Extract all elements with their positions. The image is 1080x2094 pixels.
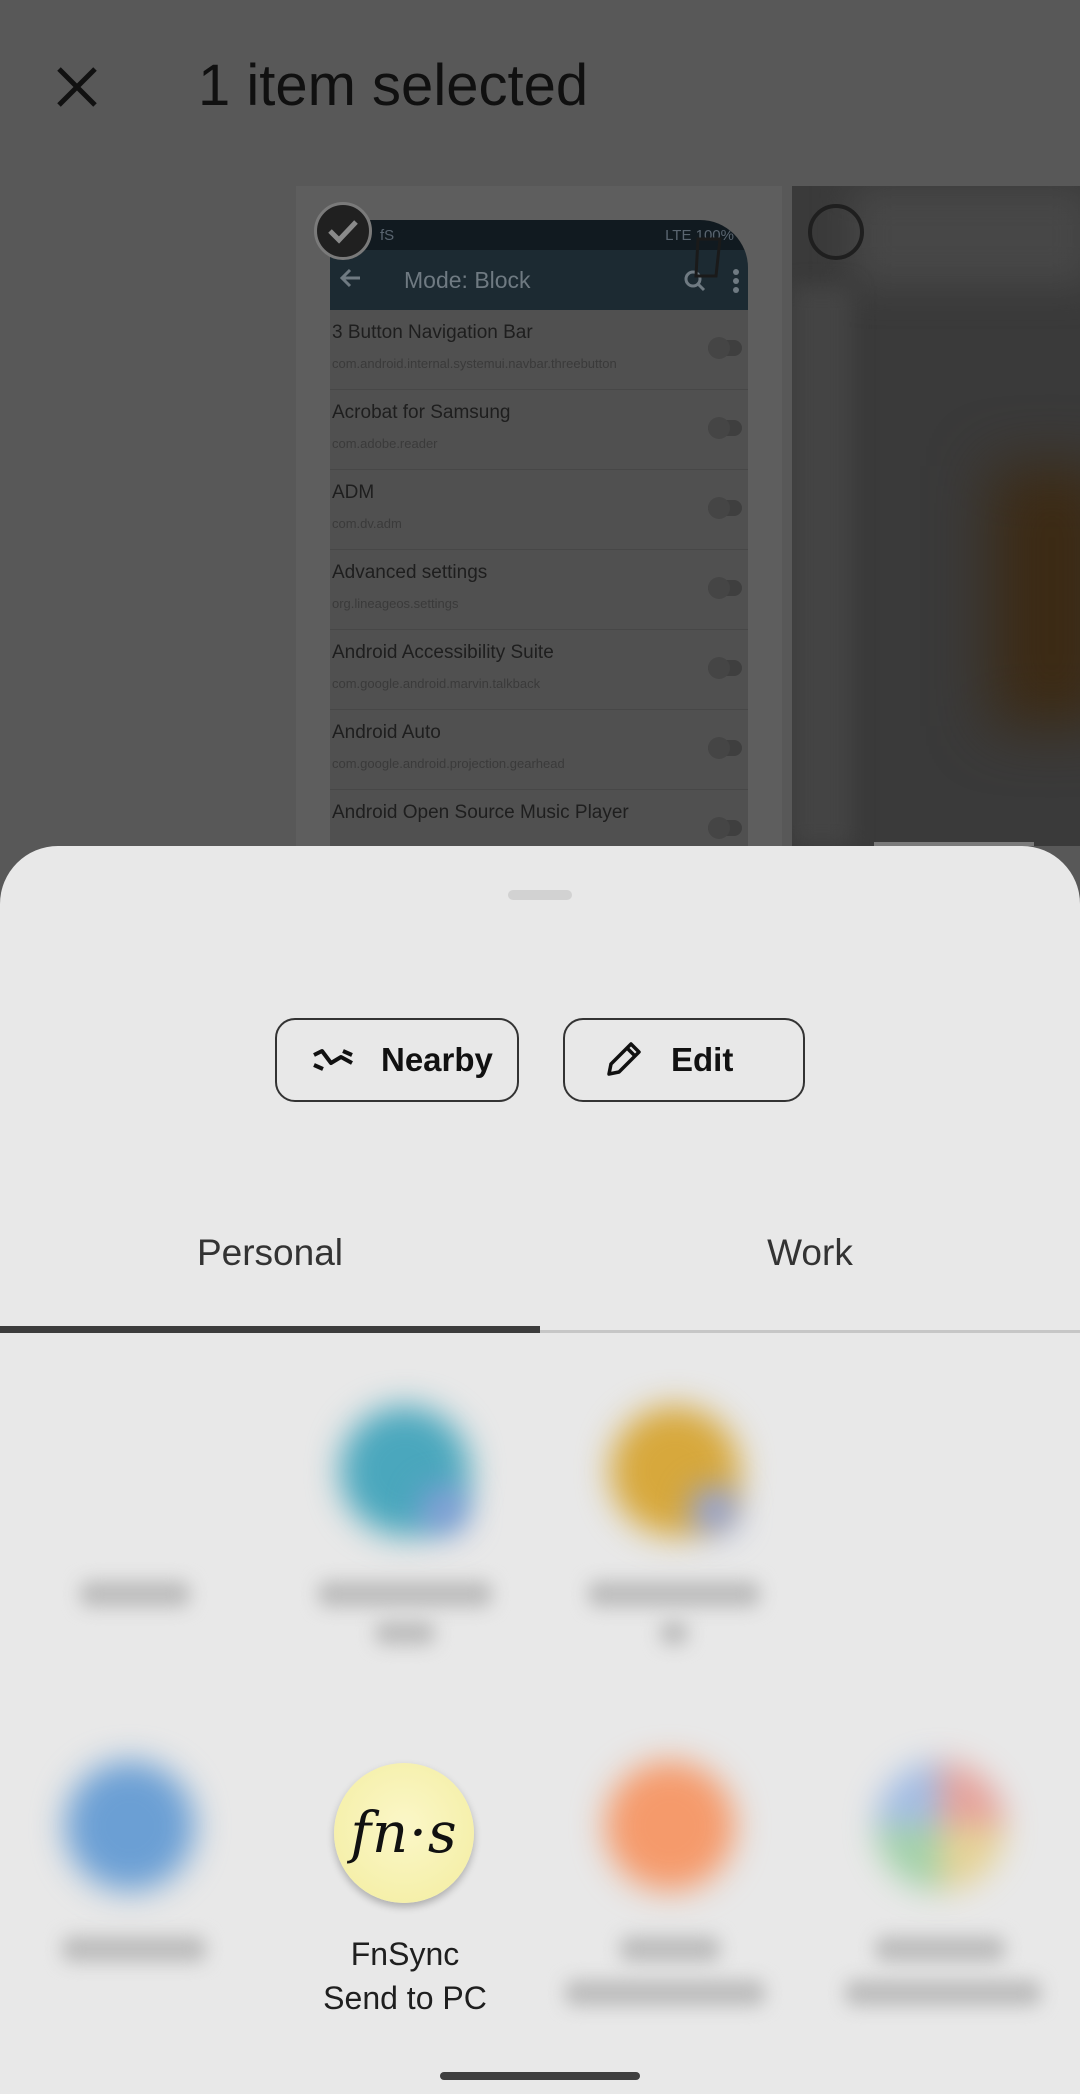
blurred-app-label <box>845 1980 1041 2006</box>
app-name: 3 Button Navigation Bar <box>332 322 533 343</box>
list-item: Advanced settings org.lineageos.settings <box>330 550 748 630</box>
screenshot-content: fS LTE 100% Mode: Block 3 Button Navigat… <box>330 220 748 846</box>
more-vert-icon <box>732 268 740 300</box>
app-package: com.adobe.reader <box>332 436 438 451</box>
blurred-region <box>852 186 1080 286</box>
app-package: com.dv.adm <box>332 516 402 531</box>
screenshot-status-bar: fS LTE 100% <box>330 220 748 250</box>
list-item: Android Open Source Music Player <box>330 790 748 846</box>
fnsync-app-name: FnSync <box>350 1936 460 1972</box>
fnsync-app-icon[interactable]: fn·s <box>334 1763 474 1903</box>
tab-personal[interactable]: Personal <box>0 1232 540 1274</box>
app-package: com.android.internal.systemui.navbar.thr… <box>332 356 617 371</box>
drag-handle[interactable] <box>508 890 572 900</box>
blurred-app-badge <box>690 1486 738 1534</box>
blurred-region <box>792 286 852 846</box>
toggle-switch <box>708 417 742 439</box>
tab-indicator <box>0 1326 540 1333</box>
edit-label: Edit <box>671 1041 734 1078</box>
list-item: Acrobat for Samsung com.adobe.reader <box>330 390 748 470</box>
checkmark-icon <box>328 220 358 244</box>
nearby-button[interactable]: Nearby <box>275 1018 519 1102</box>
blurred-target-label <box>375 1621 435 1645</box>
toggle-switch <box>708 337 742 359</box>
blurred-target-label <box>318 1581 492 1607</box>
blurred-target-label <box>660 1621 688 1645</box>
blurred-target-label <box>588 1581 760 1607</box>
back-arrow-icon <box>339 267 380 294</box>
list-item: Android Auto com.google.android.projecti… <box>330 710 748 790</box>
blurred-app-badge <box>420 1486 468 1534</box>
share-sheet: Nearby Edit Personal Work fn·s FnSync Se… <box>0 846 1080 2094</box>
app-name: Android Accessibility Suite <box>332 642 554 663</box>
selected-check-badge[interactable] <box>314 202 372 260</box>
fnsync-app-subtitle: Send to PC <box>323 1980 487 2016</box>
blurred-app-label <box>565 1980 765 2006</box>
app-name: Acrobat for Samsung <box>332 402 511 423</box>
blurred-target-label <box>80 1581 190 1607</box>
status-left: fS <box>380 226 395 244</box>
toggle-switch <box>708 497 742 519</box>
crop-icon <box>694 237 722 278</box>
blurred-app-icon[interactable] <box>875 1761 1005 1891</box>
unselected-circle[interactable] <box>808 204 864 260</box>
app-name: Android Auto <box>332 722 441 743</box>
toggle-switch <box>708 577 742 599</box>
second-image-preview[interactable] <box>792 186 1080 846</box>
selection-title: 1 item selected <box>198 53 589 118</box>
blurred-app-label <box>620 1936 720 1962</box>
app-name: Advanced settings <box>332 562 488 583</box>
blurred-region <box>992 466 1080 726</box>
nearby-share-icon <box>313 1049 353 1071</box>
nearby-label: Nearby <box>381 1041 493 1078</box>
toggle-switch <box>708 817 742 839</box>
selected-screenshot-preview[interactable]: fS LTE 100% Mode: Block 3 Button Navigat… <box>296 186 782 846</box>
blurred-app-label <box>875 1936 1005 1962</box>
top-app-bar: 1 item selected <box>0 0 1080 180</box>
toggle-switch <box>708 657 742 679</box>
edit-button[interactable]: Edit <box>563 1018 805 1102</box>
app-package: org.lineageos.settings <box>332 596 459 611</box>
list-item: ADM com.dv.adm <box>330 470 748 550</box>
blurred-app-label <box>62 1936 206 1962</box>
pencil-icon <box>607 1042 641 1076</box>
list-item: 3 Button Navigation Bar com.android.inte… <box>330 310 748 390</box>
gesture-nav-bar[interactable] <box>440 2072 640 2080</box>
blurred-app-icon[interactable] <box>605 1761 735 1891</box>
app-name: Android Open Source Music Player <box>332 802 629 823</box>
app-package: com.google.android.projection.gearhead <box>332 756 565 771</box>
fnsync-logo: fn·s <box>350 1800 458 1866</box>
app-package: com.google.android.marvin.talkback <box>332 676 541 691</box>
screenshot-app-title: Mode: Block <box>404 266 531 293</box>
blurred-app-icon[interactable] <box>65 1761 195 1891</box>
screenshot-app-bar: Mode: Block <box>330 250 748 310</box>
tab-work[interactable]: Work <box>540 1232 1080 1274</box>
list-item: Android Accessibility Suite com.google.a… <box>330 630 748 710</box>
app-name: ADM <box>332 482 375 503</box>
toggle-switch <box>708 737 742 759</box>
close-icon <box>57 67 97 107</box>
close-button[interactable] <box>40 50 114 124</box>
